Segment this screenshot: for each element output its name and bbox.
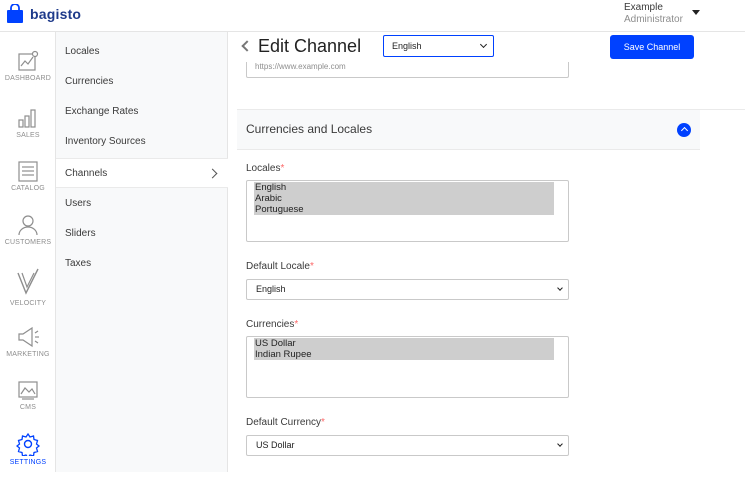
subnav-item-taxes[interactable]: Taxes [56, 249, 228, 279]
hostname-input[interactable]: https://www.example.com [246, 62, 569, 78]
subnav-item-label: Channels [65, 168, 108, 179]
cms-image-icon [0, 379, 56, 401]
nav-label: SETTINGS [9, 459, 47, 466]
nav-label: CATALOG [11, 185, 45, 192]
nav-sales[interactable]: SALES [0, 107, 56, 157]
caret-down-icon[interactable] [692, 10, 700, 15]
accordion-currencies-locales[interactable]: Currencies and Locales [237, 109, 700, 150]
main-navigation: DASHBOARD SALES CATALOG CUSTOMERS VELOCI… [0, 32, 56, 472]
settings-gear-icon [0, 432, 56, 456]
chevron-right-icon [207, 168, 218, 179]
marketing-megaphone-icon [0, 326, 56, 348]
locale-switcher-value: English [392, 41, 422, 51]
user-role: Administrator [624, 14, 683, 25]
locales-label: Locales* [246, 163, 285, 174]
default-locale-label: Default Locale* [246, 261, 314, 272]
customers-person-icon [0, 214, 56, 236]
subnav-item-exchange-rates[interactable]: Exchange Rates [56, 97, 228, 127]
nav-dashboard[interactable]: DASHBOARD [0, 50, 56, 100]
nav-marketing[interactable]: MARKETING [0, 326, 56, 376]
nav-label: MARKETING [6, 351, 50, 358]
main-content: Edit Channel English Save Channel https:… [228, 32, 745, 472]
nav-velocity[interactable]: VELOCITY [0, 267, 56, 317]
default-currency-label: Default Currency* [246, 417, 325, 428]
accordion-title: Currencies and Locales [246, 122, 373, 136]
subnav-item-locales[interactable]: Locales [56, 37, 228, 67]
subnav-item-channels[interactable]: Channels [56, 158, 228, 188]
nav-customers[interactable]: CUSTOMERS [0, 214, 56, 264]
catalog-list-icon [0, 160, 56, 182]
locale-option[interactable]: English [254, 182, 554, 193]
velocity-check-icon [0, 267, 56, 297]
user-name: Example [624, 2, 663, 13]
subnav-item-users[interactable]: Users [56, 189, 228, 219]
shopping-bag-icon [6, 3, 24, 24]
currencies-multiselect[interactable]: US Dollar Indian Rupee [246, 336, 569, 398]
top-header: bagisto Example Administrator [0, 0, 745, 32]
nav-cms[interactable]: CMS [0, 379, 56, 429]
nav-label: CMS [19, 404, 37, 411]
nav-label: DASHBOARD [4, 75, 52, 82]
locale-switcher-select[interactable]: English [383, 35, 494, 57]
nav-label: VELOCITY [9, 300, 47, 307]
chevron-down-icon [557, 285, 563, 291]
subnav-item-sliders[interactable]: Sliders [56, 219, 228, 249]
nav-catalog[interactable]: CATALOG [0, 160, 56, 210]
subnav-item-currencies[interactable]: Currencies [56, 67, 228, 97]
save-channel-button[interactable]: Save Channel [610, 35, 694, 59]
brand-name: bagisto [30, 6, 82, 22]
default-currency-value: US Dollar [256, 440, 295, 450]
settings-subnav: Locales Currencies Exchange Rates Invent… [56, 32, 228, 472]
default-locale-select[interactable]: English [246, 279, 569, 300]
sales-bar-chart-icon [0, 107, 56, 129]
locale-option[interactable]: Arabic [254, 193, 554, 204]
page-title: Edit Channel [258, 36, 362, 56]
currencies-label: Currencies* [246, 319, 299, 330]
subnav-item-inventory-sources[interactable]: Inventory Sources [56, 127, 228, 157]
divider [700, 109, 745, 150]
chevron-down-icon [557, 441, 563, 447]
currency-option[interactable]: Indian Rupee [254, 349, 554, 360]
nav-label: SALES [16, 132, 40, 139]
locale-option[interactable]: Portuguese [254, 204, 554, 215]
chevron-down-icon [479, 40, 488, 49]
nav-settings[interactable]: SETTINGS [0, 432, 56, 482]
default-locale-value: English [256, 284, 286, 294]
brand-logo[interactable]: bagisto [6, 3, 82, 24]
currency-option[interactable]: US Dollar [254, 338, 554, 349]
user-menu[interactable]: Example Administrator [624, 2, 683, 26]
dashboard-chart-icon [0, 50, 56, 72]
chevron-up-icon[interactable] [677, 123, 691, 137]
default-currency-select[interactable]: US Dollar [246, 435, 569, 456]
locales-multiselect[interactable]: English Arabic Portuguese [246, 180, 569, 242]
nav-label: CUSTOMERS [4, 239, 52, 246]
back-arrow-icon[interactable] [241, 40, 253, 52]
